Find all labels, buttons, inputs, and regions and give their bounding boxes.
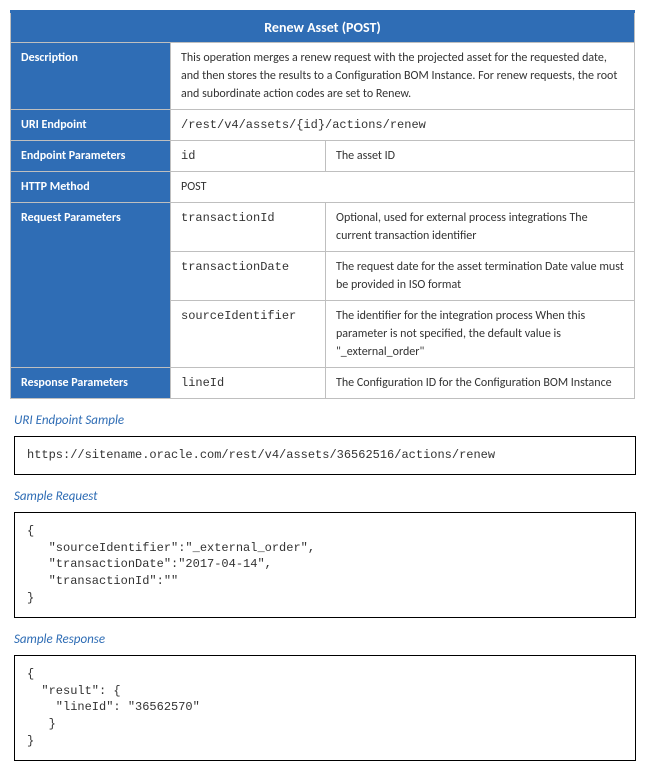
code-sample-request: { "sourceIdentifier":"_external_order", … [14, 512, 636, 618]
row-label-endpoint-params: Endpoint Parameters [11, 141, 171, 172]
table-title: Renew Asset (POST) [11, 12, 635, 43]
request-param-name-0: transactionId [171, 203, 326, 252]
api-definition-table: Renew Asset (POST) Description This oper… [10, 10, 635, 399]
row-label-description: Description [11, 43, 171, 110]
row-label-response-params: Response Parameters [11, 368, 171, 399]
row-label-http-method: HTTP Method [11, 172, 171, 203]
heading-sample-response: Sample Response [14, 632, 640, 647]
row-label-request-params: Request Parameters [11, 203, 171, 368]
request-param-desc-1: The request date for the asset terminati… [326, 252, 635, 301]
row-label-uri-endpoint: URI Endpoint [11, 110, 171, 141]
endpoint-param-name: id [171, 141, 326, 172]
request-param-desc-0: Optional, used for external process inte… [326, 203, 635, 252]
request-param-name-2: sourceIdentifier [171, 301, 326, 368]
request-param-desc-2: The identifier for the integration proce… [326, 301, 635, 368]
heading-sample-request: Sample Request [14, 489, 640, 504]
response-param-desc: The Configuration ID for the Configurati… [326, 368, 635, 399]
code-uri-endpoint-sample: https://sitename.oracle.com/rest/v4/asse… [14, 436, 636, 475]
request-param-name-1: transactionDate [171, 252, 326, 301]
response-param-name: lineId [171, 368, 326, 399]
heading-uri-endpoint-sample: URI Endpoint Sample [14, 413, 640, 428]
description-content: This operation merges a renew request wi… [171, 43, 635, 110]
http-method-value: POST [171, 172, 635, 203]
code-sample-response: { "result": { "lineId": "36562570" } } [14, 655, 636, 761]
endpoint-param-desc: The asset ID [326, 141, 635, 172]
uri-endpoint-value: /rest/v4/assets/{id}/actions/renew [171, 110, 635, 141]
